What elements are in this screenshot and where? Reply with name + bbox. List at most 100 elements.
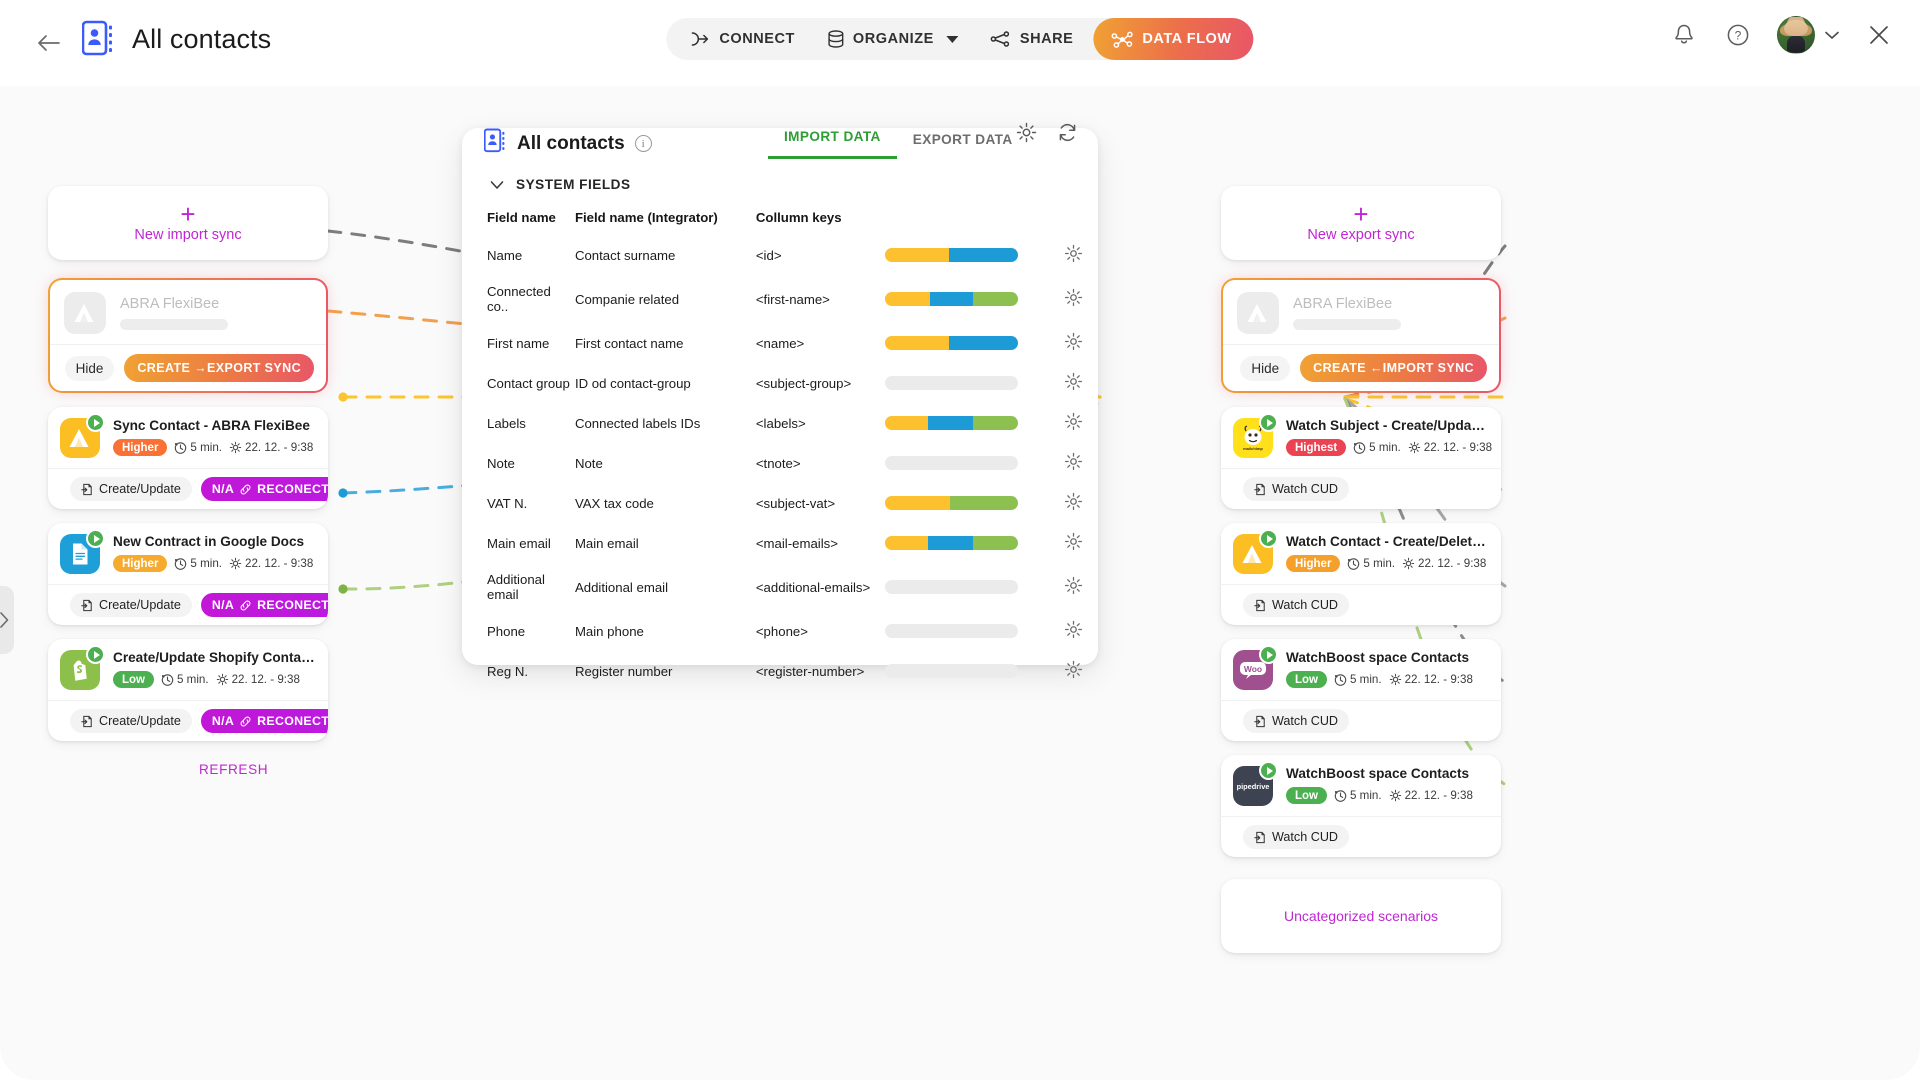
scenario-card[interactable]: pipedrive WatchBoost space Contacts Low …: [1221, 755, 1501, 857]
action-chip[interactable]: Watch CUD: [1243, 825, 1350, 849]
cell-progress: [885, 363, 1049, 403]
tab-import-data[interactable]: IMPORT DATA: [768, 129, 897, 159]
plus-icon: +: [1353, 198, 1369, 229]
clock-icon: [1334, 790, 1347, 802]
close-button[interactable]: [1864, 20, 1894, 50]
notifications-button[interactable]: [1669, 20, 1699, 50]
help-button[interactable]: ?: [1723, 20, 1753, 50]
create-import-sync-button[interactable]: CREATE ←IMPORT SYNC: [1300, 354, 1487, 382]
cell-settings[interactable]: [1050, 651, 1098, 691]
nav-organize-label: ORGANIZE: [852, 31, 934, 47]
scenario-card[interactable]: Watch Contact - Create/Delete record Hig…: [1221, 523, 1501, 625]
help-icon: ?: [1727, 24, 1749, 46]
priority-badge: Highest: [1286, 439, 1347, 456]
reconnect-chip[interactable]: N/A RECONECT: [200, 593, 328, 617]
action-chip[interactable]: Create/Update: [70, 709, 192, 733]
cell-field-name: Labels: [487, 415, 526, 431]
uncategorized-scenarios-card[interactable]: Uncategorized scenarios: [1221, 879, 1501, 953]
scenario-card[interactable]: mailchimp Watch Subject - Create/Update/…: [1221, 407, 1501, 509]
progress-bar: [885, 496, 1019, 510]
flexibee-export-card[interactable]: ABRA FlexiBee Hide CREATE ←IMPORT SYNC: [1221, 278, 1501, 393]
info-icon[interactable]: i: [634, 135, 652, 152]
interval-text: 5 min.: [1363, 557, 1395, 570]
share-icon: [991, 31, 1010, 47]
scenario-info: WatchBoost space Contacts Low 5 min. 22.…: [1286, 766, 1489, 804]
hide-button-left[interactable]: Hide: [64, 355, 115, 381]
refresh-button[interactable]: [1057, 122, 1078, 148]
reconnect-chip[interactable]: N/A RECONECT: [200, 709, 328, 733]
scenario-head: Woo WatchBoost space Contacts Low 5 min.: [1221, 639, 1501, 700]
status-text: N/A: [211, 482, 235, 496]
cell-settings[interactable]: [1050, 443, 1098, 483]
scenario-card[interactable]: Woo WatchBoost space Contacts Low 5 min.: [1221, 639, 1501, 741]
create-export-sync-button[interactable]: CREATE →EXPORT SYNC: [124, 354, 314, 382]
table-row: Labels Connected labels IDs <labels>: [462, 403, 1098, 443]
action-chip[interactable]: Create/Update: [70, 477, 192, 501]
new-import-sync-button[interactable]: + New import sync: [48, 186, 328, 260]
new-export-sync-button[interactable]: + New export sync: [1221, 186, 1501, 260]
scenario-head: mailchimp Watch Subject - Create/Update/…: [1221, 407, 1501, 468]
refresh-link[interactable]: REFRESH: [199, 762, 268, 777]
priority-badge: Low: [1286, 787, 1327, 804]
action-chip[interactable]: Create/Update: [70, 593, 192, 617]
nav-data-flow[interactable]: DATA FLOW: [1093, 18, 1254, 60]
chevron-right-icon: [0, 612, 9, 628]
gear-icon: [1065, 244, 1083, 263]
fields-table-body: Name Contact surname <id> Connected co.. Com…: [462, 235, 1098, 691]
cell-settings[interactable]: [1050, 275, 1098, 323]
sidebar-expand-tab[interactable]: [0, 586, 14, 654]
action-chip[interactable]: Watch CUD: [1243, 709, 1350, 733]
flexibee-import-card[interactable]: ABRA FlexiBee Hide CREATE →EXPORT SYNC: [48, 278, 328, 393]
tab-export-data[interactable]: EXPORT DATA: [897, 132, 1029, 159]
cell-settings[interactable]: [1050, 611, 1098, 651]
scenario-meta: Higher 5 min. 22. 12. - 9:38: [113, 555, 316, 572]
cell-settings[interactable]: [1050, 235, 1098, 275]
interval-text: 5 min.: [177, 673, 209, 686]
page-title: All contacts: [132, 23, 272, 54]
cell-settings[interactable]: [1050, 483, 1098, 523]
system-fields-toggle[interactable]: SYSTEM FIELDS: [462, 159, 1098, 196]
scenario-name: WatchBoost space Contacts: [1286, 650, 1470, 665]
cell-settings[interactable]: [1050, 363, 1098, 403]
cell-settings[interactable]: [1050, 323, 1098, 363]
nav-organize[interactable]: ORGANIZE: [811, 18, 975, 60]
table-row: Additional email Additional email <additio…: [462, 563, 1098, 611]
cell-field-name: Name: [487, 247, 523, 263]
scenario-actions: Create/Update N/A RECONECT: [48, 468, 328, 509]
action-label: Create/Update: [99, 714, 181, 728]
scenario-card[interactable]: Create/Update Shopify Contacts Low 5 min…: [48, 639, 328, 741]
nav-share[interactable]: SHARE: [975, 18, 1090, 60]
back-button[interactable]: [30, 26, 66, 60]
date-meta: 22. 12. - 9:38: [1408, 441, 1492, 454]
cell-column-key: <subject-vat>: [755, 495, 836, 511]
scenario-name: WatchBoost space Contacts: [1286, 766, 1470, 781]
cell-settings[interactable]: [1050, 563, 1098, 611]
cell-settings[interactable]: [1050, 403, 1098, 443]
action-chip[interactable]: Watch CUD: [1243, 477, 1350, 501]
interval-text: 5 min.: [190, 557, 222, 570]
chevron-down-icon[interactable]: [946, 35, 959, 43]
table-header-row: Field name Field name (Integrator) Collu…: [462, 202, 1098, 235]
interval-text: 5 min.: [190, 441, 222, 454]
scenario-card[interactable]: Sync Contact - ABRA FlexiBee Higher 5 mi…: [48, 407, 328, 509]
nav-connect[interactable]: CONNECT: [666, 18, 811, 60]
cell-integrator: First contact name: [574, 335, 684, 351]
scenario-card[interactable]: New Contract in Google Docs Higher 5 min…: [48, 523, 328, 625]
hide-button-right[interactable]: Hide: [1240, 355, 1291, 381]
action-chip[interactable]: Watch CUD: [1243, 593, 1350, 617]
gear-button[interactable]: [1016, 122, 1037, 148]
user-menu[interactable]: [1777, 16, 1840, 54]
svg-text:pipedrive: pipedrive: [1237, 782, 1270, 791]
reconnect-chip[interactable]: N/A RECONECT: [200, 477, 328, 501]
interval-meta: 5 min.: [1353, 441, 1401, 454]
col-progress: [885, 202, 1049, 235]
scenario-meta: Highest 5 min. 22. 12. - 9:38: [1286, 439, 1492, 456]
contacts-book-icon: [81, 20, 116, 58]
gear-icon: [1016, 122, 1037, 143]
svg-text:Woo: Woo: [1244, 664, 1262, 674]
progress-segment: [973, 416, 1019, 430]
cell-settings[interactable]: [1050, 523, 1098, 563]
cell-field-name: Main email: [487, 535, 551, 551]
cell-field-name: VAT N.: [487, 495, 528, 511]
scenario-info: Sync Contact - ABRA FlexiBee Higher 5 mi…: [113, 418, 316, 456]
